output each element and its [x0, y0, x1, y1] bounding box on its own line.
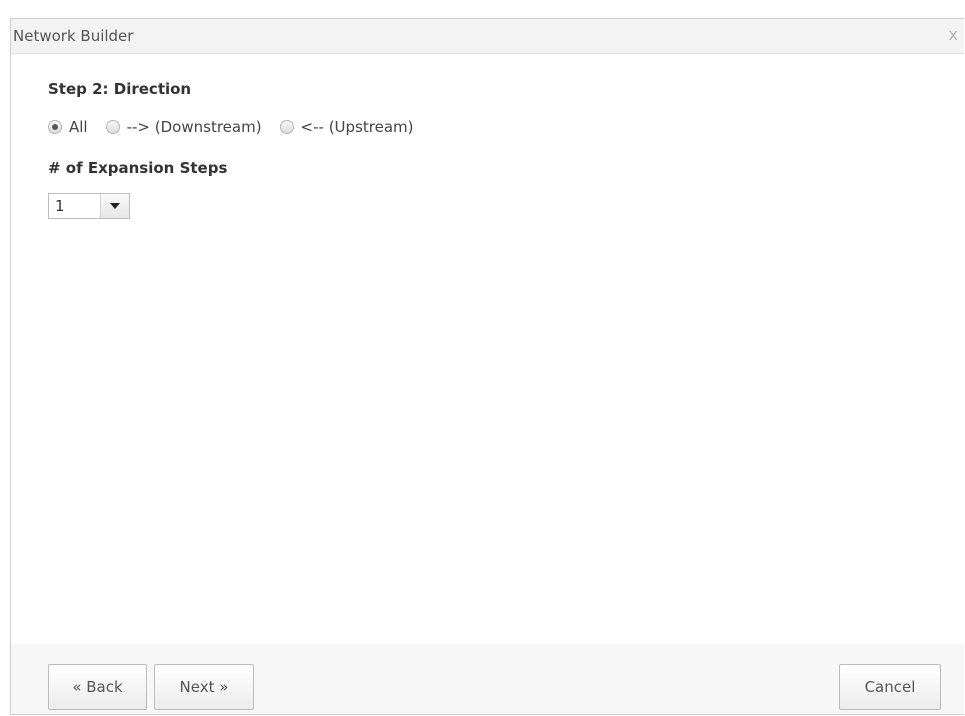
back-button[interactable]: « Back	[48, 664, 147, 710]
radio-all-circle[interactable]	[48, 120, 62, 134]
expansion-steps-value: 1	[55, 197, 65, 215]
dialog-title: Network Builder	[13, 27, 134, 45]
close-icon[interactable]: x	[949, 25, 958, 44]
direction-radio-group: All --> (Downstream) <-- (Upstream)	[48, 118, 431, 136]
radio-all[interactable]: All	[48, 118, 88, 136]
step-title: Step 2: Direction	[48, 80, 192, 98]
network-builder-dialog: Network Builder x Step 2: Direction All …	[10, 18, 964, 715]
radio-all-label: All	[69, 118, 88, 136]
cancel-button[interactable]: Cancel	[839, 664, 941, 710]
chevron-down-icon	[110, 203, 120, 209]
next-button[interactable]: Next »	[154, 664, 254, 710]
dialog-titlebar: Network Builder x	[11, 19, 964, 54]
dropdown-button[interactable]	[100, 194, 129, 218]
expansion-steps-select[interactable]: 1	[48, 193, 130, 219]
radio-downstream-circle[interactable]	[105, 120, 120, 134]
dialog-footer: « Back Next » Cancel	[11, 644, 964, 714]
radio-upstream-circle[interactable]	[279, 120, 294, 134]
radio-upstream-label: <-- (Upstream)	[300, 118, 414, 136]
radio-downstream[interactable]: --> (Downstream)	[105, 118, 262, 136]
expansion-steps-title: # of Expansion Steps	[48, 159, 228, 177]
radio-upstream[interactable]: <-- (Upstream)	[279, 118, 414, 136]
radio-downstream-label: --> (Downstream)	[126, 118, 262, 136]
